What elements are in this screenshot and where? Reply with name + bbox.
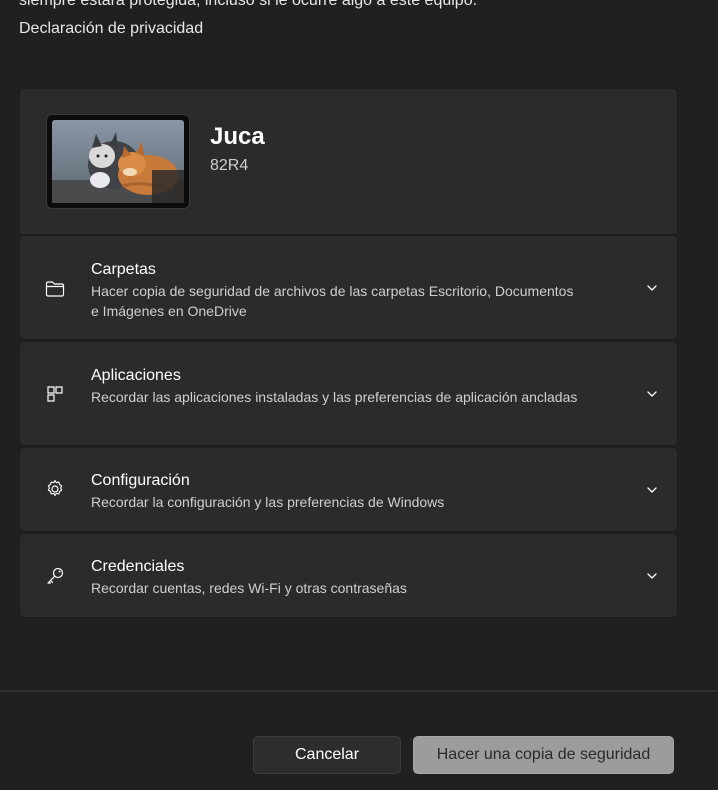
section-settings[interactable]: Configuración Recordar la configuración … [19, 447, 678, 532]
device-model: 82R4 [210, 157, 249, 174]
device-name: Juca [210, 123, 265, 150]
chevron-down-icon[interactable] [645, 483, 659, 497]
section-credentials-description: Recordar cuentas, redes Wi-Fi y otras co… [91, 580, 407, 596]
device-card: Juca 82R4 [19, 88, 678, 235]
footer-divider [0, 690, 718, 692]
section-apps-description: Recordar las aplicaciones instaladas y l… [91, 389, 578, 405]
device-wallpaper-thumbnail [46, 114, 190, 209]
section-apps[interactable]: Aplicaciones Recordar las aplicaciones i… [19, 341, 678, 446]
section-folders-description: Hacer copia de seguridad de archivos de … [91, 283, 574, 319]
gear-icon [47, 479, 63, 497]
section-folders-title: Carpetas [91, 261, 156, 278]
chevron-down-icon[interactable] [645, 569, 659, 583]
key-icon [47, 567, 64, 584]
chevron-down-icon[interactable] [645, 281, 659, 295]
intro-text: siempre estará protegida, incluso si le … [19, 0, 478, 9]
backup-button[interactable]: Hacer una copia de seguridad [413, 736, 674, 774]
section-apps-title: Aplicaciones [91, 367, 181, 384]
section-settings-title: Configuración [91, 472, 190, 489]
cancel-button[interactable]: Cancelar [253, 736, 401, 774]
privacy-statement-link[interactable]: Declaración de privacidad [19, 20, 203, 38]
section-credentials-title: Credenciales [91, 558, 185, 575]
section-settings-description: Recordar la configuración y las preferen… [91, 494, 445, 510]
cats-wallpaper-image [52, 120, 184, 203]
section-credentials[interactable]: Credenciales Recordar cuentas, redes Wi-… [19, 533, 678, 618]
apps-icon [47, 386, 63, 402]
section-folders[interactable]: Carpetas Hacer copia de seguridad de arc… [19, 235, 678, 340]
chevron-down-icon[interactable] [645, 387, 659, 401]
folder-icon [45, 281, 65, 297]
backup-dialog: siempre estará protegida, incluso si le … [0, 0, 718, 790]
